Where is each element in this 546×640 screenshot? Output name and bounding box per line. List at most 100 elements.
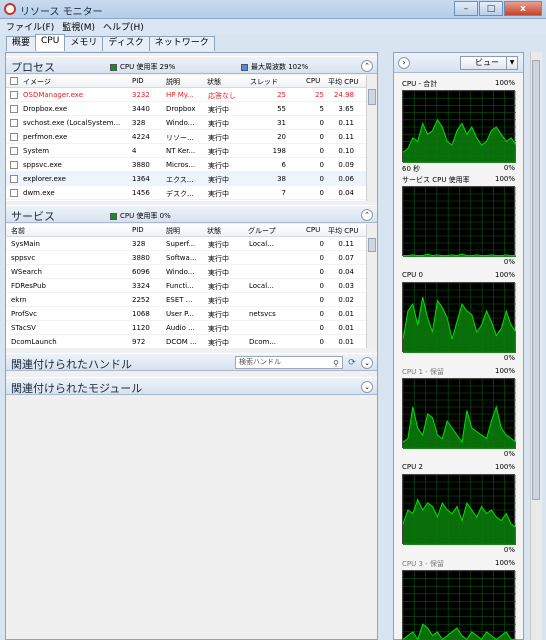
col-threads[interactable]: スレッド (250, 77, 278, 87)
col-pid[interactable]: PID (132, 226, 144, 234)
process-row[interactable]: sppsvc.exe 3880 Micros... 実行中 6 0 0.09 (6, 158, 366, 172)
service-row[interactable]: SysMain 328 Superf... 実行中 Local... 0 0.11 (6, 237, 366, 251)
process-description: リソー... (166, 134, 194, 142)
view-button[interactable]: ビュー ▼ (460, 56, 518, 70)
service-pid: 1068 (132, 310, 150, 318)
row-checkbox[interactable] (10, 161, 18, 169)
service-avg-cpu: 0.02 (338, 296, 354, 304)
search-handles-input[interactable]: 検索ハンドル ⚲ (235, 356, 343, 369)
service-row[interactable]: WSearch 6096 Windo... 実行中 0 0.04 (6, 265, 366, 279)
scroll-thumb[interactable] (368, 89, 376, 105)
col-status[interactable]: 状態 (207, 77, 221, 87)
services-title: サービス (11, 210, 55, 223)
process-row[interactable]: System 4 NT Ker... 実行中 198 0 0.10 (6, 144, 366, 158)
service-pid: 3324 (132, 282, 150, 290)
tab-disk[interactable]: ディスク (102, 36, 150, 51)
process-row[interactable]: dwm.exe 1456 デスク... 実行中 7 0 0.04 (6, 186, 366, 200)
tab-cpu[interactable]: CPU (35, 34, 66, 51)
process-row[interactable]: perfmon.exe 4224 リソー... 実行中 20 0 0.11 (6, 130, 366, 144)
maximize-button[interactable]: □ (479, 1, 503, 16)
cpu-usage-legend: CPU 使用率 29% (110, 62, 175, 72)
col-pid[interactable]: PID (132, 77, 144, 85)
row-checkbox[interactable] (10, 133, 18, 141)
processes-scrollbar[interactable] (366, 75, 377, 201)
scroll-thumb[interactable] (532, 60, 540, 500)
process-row[interactable]: explorer.exe 1364 エクス... 実行中 38 0 0.06 (6, 172, 366, 186)
service-row[interactable]: sppsvc 3880 Softwa... 実行中 0 0.07 (6, 251, 366, 265)
process-threads: 7 (281, 189, 286, 197)
resource-monitor-icon (4, 3, 16, 15)
graph-max-label: 100% (494, 271, 515, 279)
service-status: 実行中 (208, 255, 229, 263)
service-row[interactable]: STacSV 1120 Audio ... 実行中 0 0.01 (6, 321, 366, 335)
scroll-thumb[interactable] (368, 238, 376, 252)
select-all-checkbox[interactable] (10, 77, 18, 85)
graph-canvas (402, 474, 517, 546)
service-name: FDResPub (11, 282, 46, 290)
processes-header[interactable]: プロセス CPU 使用率 29% 最大周波数 102% ⌃ (6, 56, 377, 74)
handles-header[interactable]: 関連付けられたハンドル 検索ハンドル ⚲ ⟳ ⌄ (6, 353, 377, 371)
col-avg-cpu[interactable]: 平均 CPU (328, 226, 358, 236)
cpu-graph-panel: サービス CPU 使用率 100% 0% (399, 175, 517, 273)
collapse-icon[interactable]: ⌃ (361, 209, 373, 221)
process-pid: 4224 (132, 133, 150, 141)
process-description: NT Ker... (166, 147, 196, 155)
menu-file[interactable]: ファイル(F) (6, 20, 54, 33)
col-cpu[interactable]: CPU (306, 77, 320, 85)
tab-memory[interactable]: メモリ (64, 36, 104, 51)
row-checkbox[interactable] (10, 147, 18, 155)
menu-help[interactable]: ヘルプ(H) (103, 20, 144, 33)
expand-icon[interactable]: ⌄ (361, 357, 373, 369)
col-status[interactable]: 状態 (207, 226, 221, 236)
process-status: 実行中 (208, 120, 229, 128)
process-threads: 6 (281, 161, 286, 169)
services-cpu-text: CPU 使用率 0% (120, 212, 171, 220)
services-header[interactable]: サービス CPU 使用率 0% ⌃ (6, 205, 377, 223)
process-row[interactable]: svchost.exe (LocalSystem... 328 Windo... 実行… (6, 116, 366, 130)
service-row[interactable]: ekrn 2252 ESET ... 実行中 0 0.02 (6, 293, 366, 307)
process-threads: 25 (277, 91, 286, 99)
service-row[interactable]: FDResPub 3324 Functi... 実行中 Local... 0 0.03 (6, 279, 366, 293)
services-scrollbar[interactable] (366, 224, 377, 348)
row-checkbox[interactable] (10, 91, 18, 99)
col-avg-cpu[interactable]: 平均 CPU (328, 77, 358, 87)
col-description[interactable]: 説明 (166, 77, 180, 87)
collapse-pane-icon[interactable]: › (398, 57, 410, 69)
col-description[interactable]: 説明 (166, 226, 180, 236)
row-checkbox[interactable] (10, 119, 18, 127)
service-avg-cpu: 0.04 (338, 268, 354, 276)
service-cpu: 0 (319, 254, 324, 262)
process-name: System (23, 147, 50, 155)
col-group[interactable]: グループ (248, 226, 276, 236)
menu-monitor[interactable]: 監視(M) (62, 20, 95, 33)
col-name[interactable]: 名前 (11, 226, 25, 236)
dropdown-arrow-icon[interactable]: ▼ (506, 57, 517, 69)
row-checkbox[interactable] (10, 189, 18, 197)
process-description: HP My... (166, 91, 194, 99)
collapse-icon[interactable]: ⌃ (361, 60, 373, 72)
graph-title: CPU 3 - 保留 (402, 560, 444, 568)
graphs-scrollbar[interactable] (530, 52, 542, 640)
process-row[interactable]: OSDManager.exe 3232 HP My... 応答なし 25 25 24.98 (6, 88, 366, 102)
tab-overview[interactable]: 概要 (6, 36, 37, 51)
tab-network[interactable]: ネットワーク (148, 36, 215, 51)
graph-min-label: 0% (503, 258, 515, 266)
modules-header[interactable]: 関連付けられたモジュール ⌄ (6, 377, 377, 395)
service-row[interactable]: ProfSvc 1068 User P... 実行中 netsvcs 0 0.01 (6, 307, 366, 321)
service-description: Windo... (166, 268, 195, 276)
col-cpu[interactable]: CPU (306, 226, 320, 234)
refresh-icon[interactable]: ⟳ (346, 357, 358, 369)
graph-time-label: 60 秒 (402, 165, 421, 173)
row-checkbox[interactable] (10, 175, 18, 183)
usage-graph (402, 282, 517, 354)
process-row[interactable]: Dropbox.exe 3440 Dropbox 実行中 55 5 3.65 (6, 102, 366, 116)
process-avg-cpu: 0.11 (338, 119, 354, 127)
row-checkbox[interactable] (10, 105, 18, 113)
expand-icon[interactable]: ⌄ (361, 381, 373, 393)
service-row[interactable]: DcomLaunch 972 DCOM ... 実行中 Dcom... 0 0.01 (6, 335, 366, 349)
col-image[interactable]: イメージ (23, 77, 51, 87)
minimize-button[interactable]: – (454, 1, 478, 16)
search-icon[interactable]: ⚲ (333, 358, 339, 369)
close-button[interactable]: x (504, 1, 542, 16)
process-cpu: 0 (319, 189, 324, 197)
